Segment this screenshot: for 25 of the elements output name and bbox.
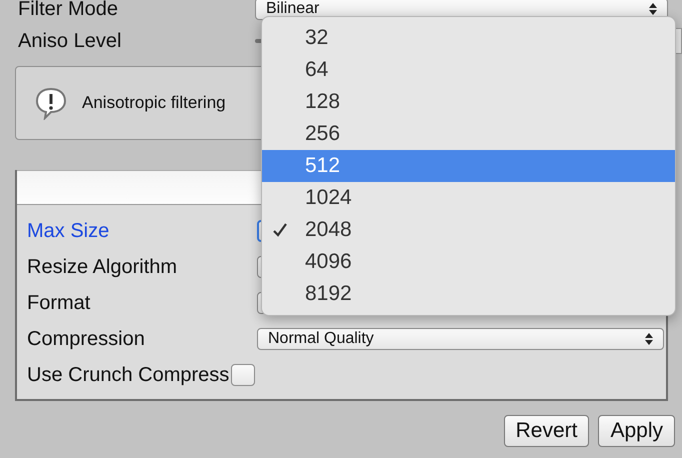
field-label: Use Crunch Compress	[27, 363, 230, 387]
menu-item[interactable]: 2048	[262, 214, 675, 246]
help-text: Anisotropic filtering	[82, 92, 226, 114]
field-label: Max Size	[27, 219, 110, 243]
field-label: Compression	[27, 327, 146, 351]
dropdown-arrows-icon	[649, 3, 657, 15]
menu-item[interactable]: 8192	[262, 278, 675, 310]
menu-item[interactable]: 64	[262, 54, 675, 86]
warning-icon	[34, 86, 68, 120]
field-label: Filter Mode	[18, 0, 120, 21]
menu-item[interactable]: 32	[262, 22, 675, 54]
menu-item[interactable]: 512	[262, 150, 675, 182]
field-label: Aniso Level	[18, 29, 122, 53]
menu-item[interactable]: 1024	[262, 182, 675, 214]
checkbox[interactable]	[231, 364, 256, 386]
dropdown[interactable]: Normal Quality	[257, 328, 664, 350]
dialog-button[interactable]: Apply	[598, 415, 675, 447]
field-label: Resize Algorithm	[27, 255, 178, 279]
checkmark-icon	[272, 222, 288, 238]
menu-item[interactable]: 256	[262, 118, 675, 150]
field-label: Format	[27, 291, 92, 315]
menu-item[interactable]: 128	[262, 86, 675, 118]
dropdown-arrows-icon	[645, 333, 653, 345]
dialog-button[interactable]: Revert	[504, 415, 590, 447]
menu-item[interactable]: 4096	[262, 246, 675, 278]
